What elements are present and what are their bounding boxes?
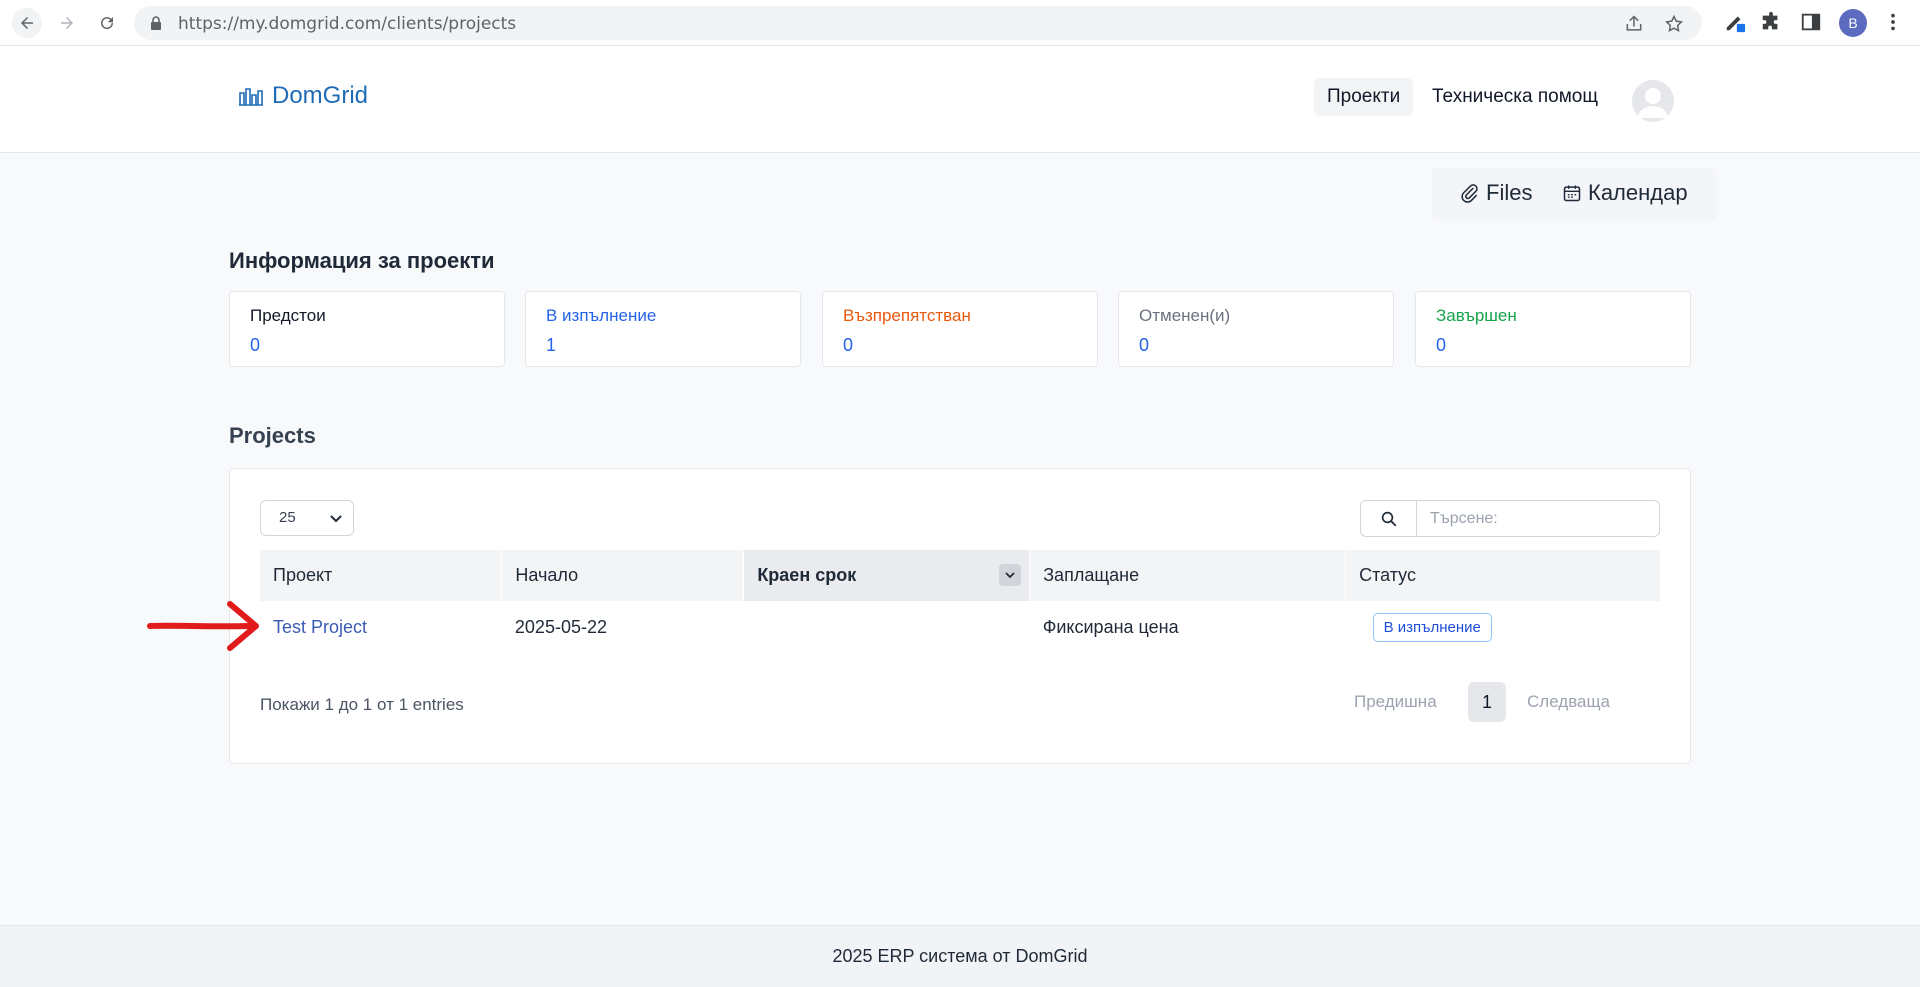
url-text: https://my.domgrid.com/clients/projects [178,14,517,34]
paperclip-icon [1461,184,1478,203]
column-header-project[interactable]: Проект [260,550,503,601]
stat-card-upcoming[interactable]: Предстои 0 [229,291,505,367]
pagination-previous[interactable]: Предишна [1354,692,1437,712]
chevron-down-icon [330,515,342,523]
calendar-label: Календар [1588,180,1688,205]
pagination-page[interactable]: 1 [1468,682,1506,722]
stat-value: 0 [1139,335,1150,355]
user-avatar[interactable] [1632,80,1674,122]
share-icon[interactable] [1624,14,1644,34]
bookmark-star-icon[interactable] [1664,14,1684,34]
billing-cell: Фиксирана цена [1042,616,1179,637]
deadline-cell [744,601,1030,653]
lock-icon [151,16,161,30]
page-length-value: 25 [279,509,296,526]
search-icon [1381,511,1396,526]
stat-label: В изпълнение [546,306,657,325]
projects-panel: 25 Проект Начало Краен срок Заплащане Ст… [229,468,1691,764]
calendar-link[interactable]: Календар [1562,180,1688,206]
stat-card-blocked[interactable]: Възпрепятстван 0 [822,291,1098,367]
footer-text: 2025 ERP система от DomGrid [832,946,1088,966]
kebab-menu-icon[interactable] [1882,11,1904,33]
table-row: Test Project 2025-05-22 Фиксирана цена В… [260,601,1661,653]
stat-value: 0 [843,335,854,355]
start-cell: 2025-05-22 [514,616,607,637]
search-input[interactable] [1418,501,1658,536]
browser-profile-avatar[interactable]: B [1839,9,1867,37]
files-link[interactable]: Files [1460,180,1532,206]
pagination-next[interactable]: Следваща [1527,692,1610,712]
arrow-left-icon [21,17,33,29]
user-silhouette-icon [1632,80,1674,122]
calendar-icon [1563,185,1581,202]
column-header-deadline-label: Краен срок [757,565,857,585]
status-cell: В изпълнение [1346,601,1661,653]
browser-toolbar: https://my.domgrid.com/clients/projects … [0,0,1920,46]
site-header: DomGrid Проекти Техническа помощ [0,46,1920,153]
stat-label: Отменен(и) [1139,306,1231,325]
projects-table: Проект Начало Краен срок Заплащане Стату… [260,550,1661,653]
logo-mark-icon [239,88,263,106]
nav-help[interactable]: Техническа помощ [1432,86,1598,108]
reload-button[interactable] [92,8,122,38]
extension-pen-icon[interactable] [1724,11,1746,33]
side-panel-icon[interactable] [1800,11,1822,33]
search-button[interactable] [1361,501,1417,536]
address-bar[interactable]: https://my.domgrid.com/clients/projects [134,6,1702,40]
project-cell: Test Project [260,601,502,653]
files-label: Files [1486,180,1533,205]
stat-label: Възпрепятстван [843,306,971,325]
logo-text: DomGrid [272,82,369,109]
domgrid-logo[interactable]: DomGrid [238,82,368,110]
chevron-down-icon [1005,572,1015,579]
stat-card-cancelled[interactable]: Отменен(и) 0 [1118,291,1394,367]
entries-info: Покажи 1 до 1 от 1 entries [260,695,464,714]
stat-value: 0 [250,335,261,355]
stat-card-completed[interactable]: Завършен 0 [1415,291,1691,367]
stat-label: Завършен [1436,306,1517,325]
extensions-puzzle-icon[interactable] [1760,11,1782,33]
forward-button[interactable] [52,8,82,38]
status-badge: В изпълнение [1372,612,1492,642]
page-length-select[interactable]: 25 [260,500,354,536]
arrow-right-icon [61,17,73,29]
stat-value: 0 [1436,335,1447,355]
column-header-billing[interactable]: Заплащане [1029,550,1347,601]
column-header-deadline[interactable]: Краен срок [743,550,1031,601]
projects-title: Projects [229,423,316,448]
site-footer: 2025 ERP система от DomGrid [0,925,1920,987]
table-header-row: Проект Начало Краен срок Заплащане Стату… [260,550,1661,601]
project-info-title: Информация за проекти [229,248,495,273]
stat-card-in-progress[interactable]: В изпълнение 1 [525,291,801,367]
red-arrow-annotation-icon [147,601,259,651]
quick-links: Files Календар [1432,168,1716,220]
sort-toggle[interactable] [999,564,1022,586]
project-link[interactable]: Test Project [273,617,367,637]
column-header-start[interactable]: Начало [501,550,745,601]
search-box [1360,500,1660,537]
nav-projects[interactable]: Проекти [1314,78,1414,116]
stat-value: 1 [546,335,557,355]
stat-label: Предстои [250,306,326,325]
back-button[interactable] [12,8,42,38]
reload-icon [101,17,114,30]
column-header-status[interactable]: Статус [1345,550,1661,601]
